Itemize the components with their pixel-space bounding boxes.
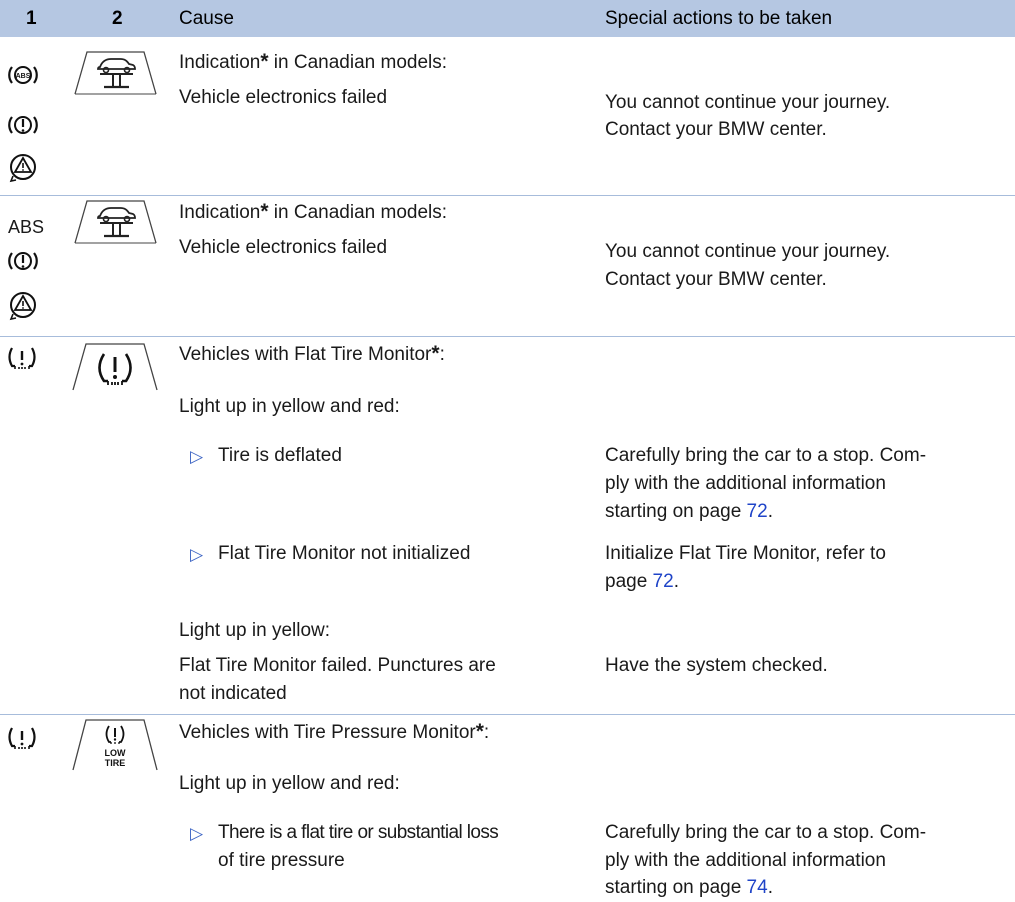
table-header: 1 2 Cause Special actions to be taken bbox=[0, 0, 1015, 37]
exclamation-circle-icon bbox=[8, 252, 38, 270]
header-cause: Cause bbox=[179, 8, 234, 29]
header-col1: 1 bbox=[26, 8, 37, 29]
bullet-triangle-icon: ▷ bbox=[190, 824, 204, 843]
row4-bullet1-line2: of tire pressure bbox=[218, 850, 345, 871]
row1-vehicle-lift-icon bbox=[74, 51, 157, 95]
low-tire-text-1: LOW bbox=[105, 748, 126, 758]
row3-tire-warning-icon bbox=[72, 343, 158, 391]
row3-bullet2: Flat Tire Monitor not initialized bbox=[218, 543, 471, 564]
row1-action-line2: Contact your BMW center. bbox=[605, 119, 827, 140]
row2-indication: Indication* in Canadian models: bbox=[179, 200, 448, 223]
row4-action-line1: Carefully bring the car to a stop. Com- bbox=[605, 822, 927, 843]
row4-action-line3: starting on page 74. bbox=[605, 877, 773, 898]
row3-action2: Have the system checked. bbox=[605, 655, 828, 676]
row3-heading: Vehicles with Flat Tire Monitor*: bbox=[179, 342, 445, 365]
row-divider bbox=[0, 336, 1015, 337]
page-link[interactable]: 72 bbox=[653, 571, 674, 592]
row3-cause2-line2: not indicated bbox=[179, 683, 287, 704]
bullet-triangle-icon: ▷ bbox=[190, 545, 204, 564]
row-divider bbox=[0, 195, 1015, 196]
abs-circle-icon: ABS bbox=[8, 66, 38, 84]
row1-cause: Vehicle electronics failed bbox=[179, 87, 388, 108]
exclamation-circle-icon bbox=[8, 116, 38, 134]
row3-cause2-line1: Flat Tire Monitor failed. Punctures are bbox=[179, 655, 496, 676]
tire-warning-icon bbox=[8, 347, 36, 369]
page-link[interactable]: 74 bbox=[747, 877, 768, 898]
row3-bullet1-action-line2: ply with the additional information bbox=[605, 473, 886, 494]
row3-bullet2-action-line2: page 72. bbox=[605, 571, 679, 592]
triangle-circle-icon bbox=[9, 154, 36, 183]
row1-action-line1: You cannot continue your journey. bbox=[605, 92, 891, 113]
row4-bullet1-line1: There is a flat tire or substantial loss bbox=[218, 822, 499, 843]
row1-col1-icons: ABS bbox=[8, 66, 38, 183]
row3-bullet1-action-line3: starting on page 72. bbox=[605, 501, 773, 522]
row4-heading: Vehicles with Tire Pressure Monitor*: bbox=[179, 720, 490, 743]
row3-bullet1-action-line1: Carefully bring the car to a stop. Com- bbox=[605, 445, 927, 466]
row2-action-line2: Contact your BMW center. bbox=[605, 269, 827, 290]
row3-sub2: Light up in yellow: bbox=[179, 620, 331, 641]
header-actions: Special actions to be taken bbox=[605, 8, 833, 29]
low-tire-text-2: TIRE bbox=[105, 758, 126, 768]
row2-cause: Vehicle electronics failed bbox=[179, 237, 388, 258]
svg-text:ABS: ABS bbox=[16, 73, 31, 80]
header-col2: 2 bbox=[112, 8, 123, 29]
row2-col1-icons bbox=[8, 252, 38, 321]
row3-sub1: Light up in yellow and red: bbox=[179, 396, 400, 417]
page-link[interactable]: 72 bbox=[747, 501, 768, 522]
row4-sub1: Light up in yellow and red: bbox=[179, 773, 400, 794]
row4-action-line2: ply with the additional information bbox=[605, 850, 886, 871]
row3-bullet1: Tire is deflated bbox=[218, 445, 342, 466]
triangle-circle-icon bbox=[9, 292, 36, 321]
row2-action-line1: You cannot continue your journey. bbox=[605, 241, 891, 262]
low-tire-icon: LOW TIRE bbox=[72, 719, 158, 771]
abs-text-icon: ABS bbox=[8, 217, 45, 237]
row1-indication: Indication* in Canadian models: bbox=[179, 50, 448, 73]
row2-vehicle-lift-icon bbox=[74, 200, 157, 244]
tire-warning-icon bbox=[8, 727, 36, 749]
row3-bullet2-action-line1: Initialize Flat Tire Monitor, refer to bbox=[605, 543, 886, 564]
row-divider bbox=[0, 714, 1015, 715]
bullet-triangle-icon: ▷ bbox=[190, 447, 204, 466]
